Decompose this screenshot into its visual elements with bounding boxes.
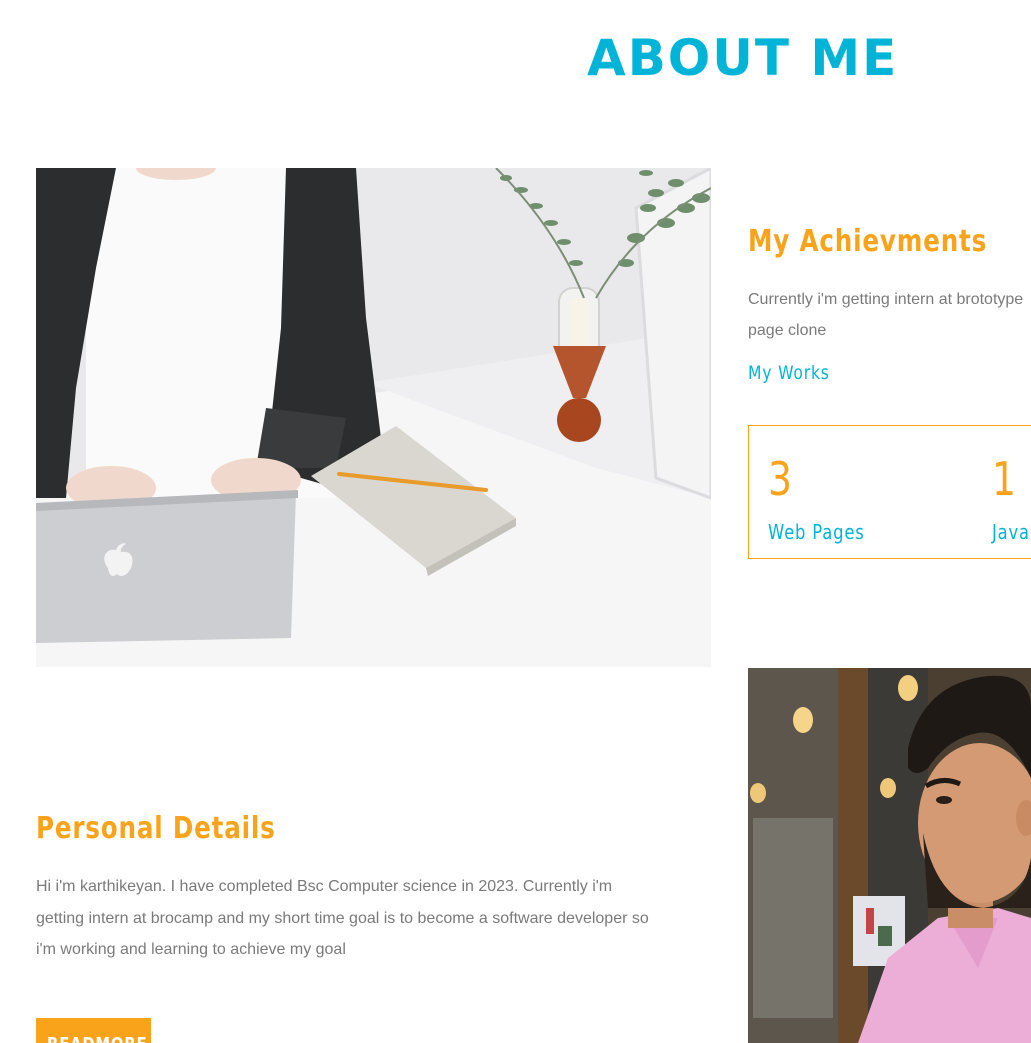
achievements-text-line: page clone [748, 322, 827, 339]
portrait-photo [748, 668, 1031, 1043]
stats-box: 3 Web Pages 1 Java [748, 425, 1031, 559]
page-title: ABOUT ME [587, 29, 899, 87]
readmore-label: READMORE [47, 1034, 147, 1043]
personal-text-line: getting intern at brocamp and my short t… [36, 909, 649, 927]
stat-label: Web Pages [768, 520, 865, 544]
stat-label: Java [992, 520, 1030, 544]
personal-details-text: Hi i'm karthikeyan. I have completed Bsc… [36, 871, 716, 966]
stat-number: 1 [992, 452, 1017, 506]
personal-text-line: Hi i'm karthikeyan. I have completed Bsc… [36, 878, 613, 895]
stat-number: 3 [768, 452, 793, 506]
achievements-text-line: Currently i'm getting intern at brototyp… [748, 291, 1024, 308]
desk-photo [36, 168, 711, 667]
personal-text-line: i'm working and learning to achieve my g… [36, 941, 346, 958]
readmore-button[interactable]: READMORE [36, 1018, 151, 1043]
achievements-title: My Achievments [748, 224, 988, 259]
achievements-text: Currently i'm getting intern at brototyp… [748, 284, 1031, 346]
personal-details-title: Personal Details [36, 811, 276, 846]
my-works-link[interactable]: My Works [748, 362, 830, 384]
